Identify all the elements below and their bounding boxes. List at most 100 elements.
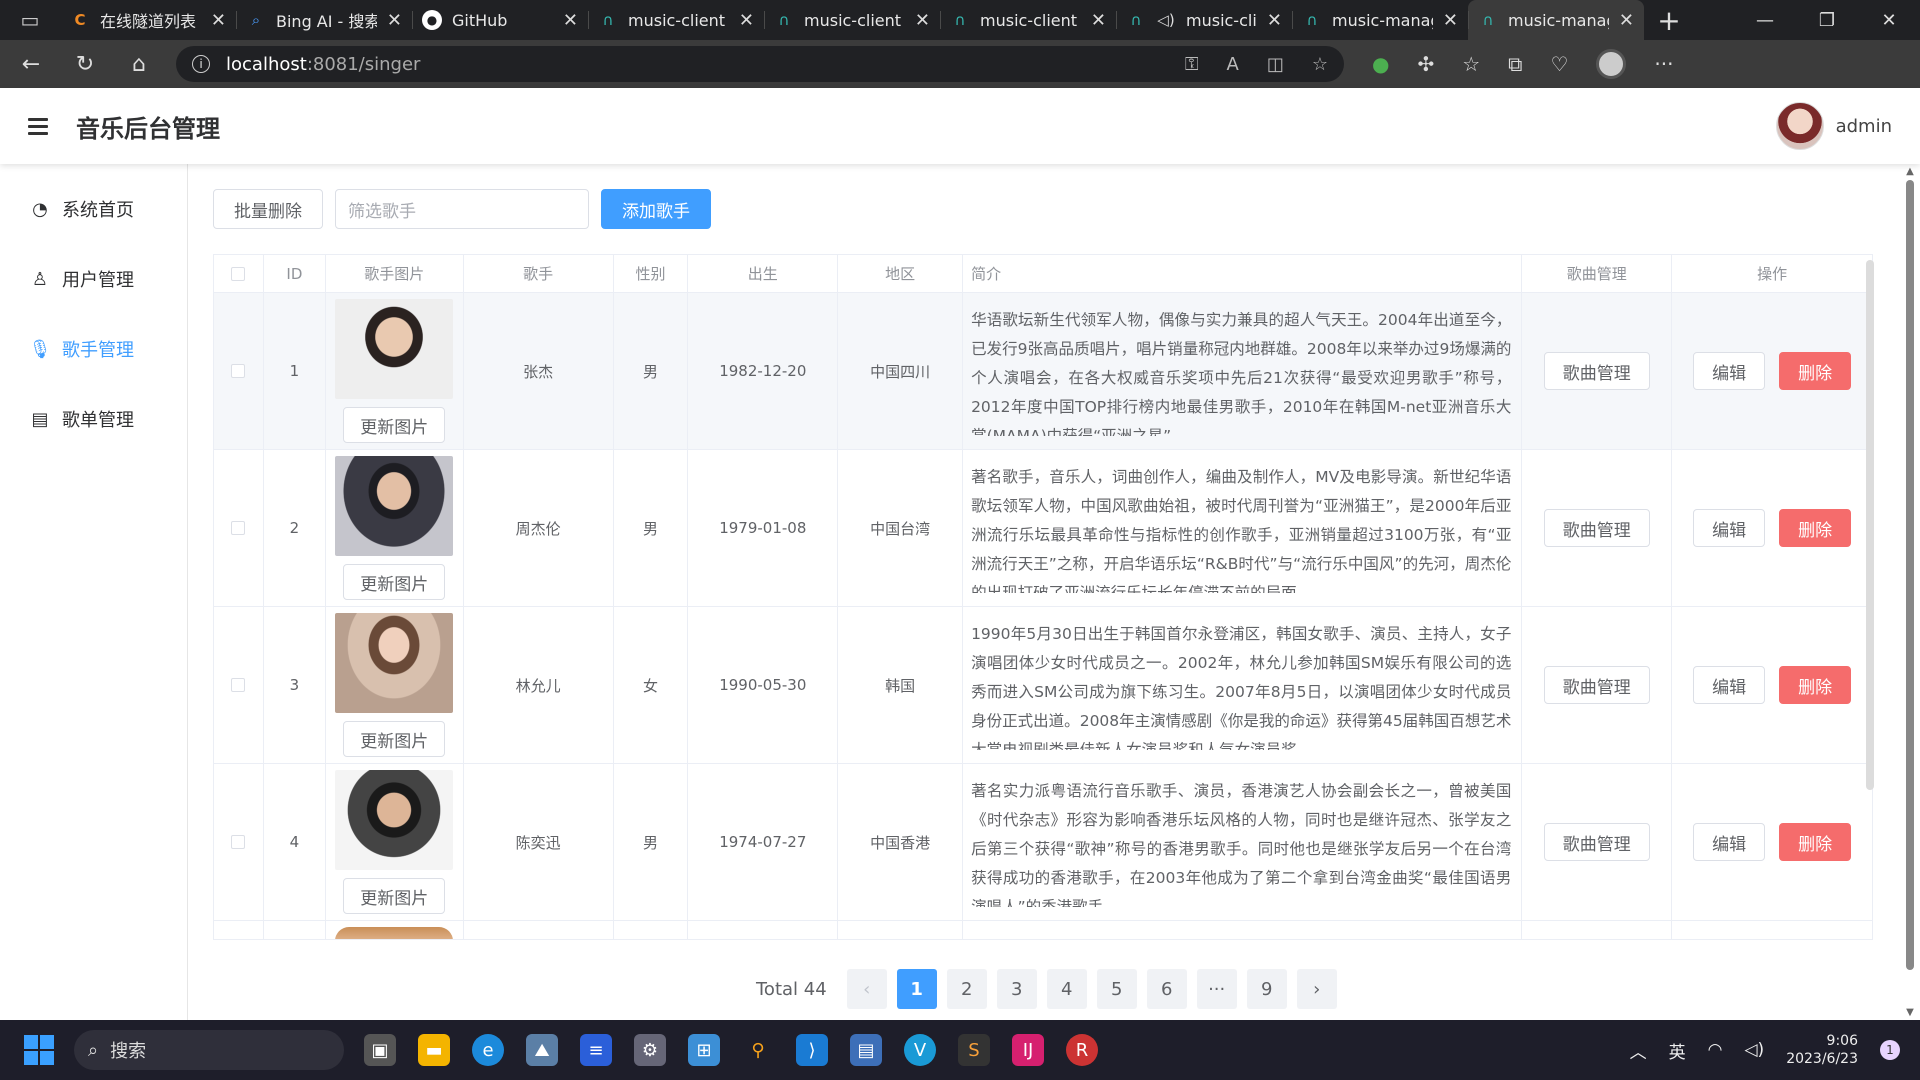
- delete-button[interactable]: 删除: [1779, 509, 1852, 547]
- scroll-down-icon[interactable]: ▼: [1904, 1007, 1916, 1018]
- browser-tab-music-client-audio[interactable]: ∩ ◁) music-clie ✕: [1116, 0, 1292, 40]
- song-manage-button[interactable]: 歌曲管理: [1543, 823, 1650, 861]
- song-manage-button[interactable]: 歌曲管理: [1543, 509, 1650, 547]
- next-page-button[interactable]: ›: [1296, 969, 1337, 1009]
- search-tool-icon[interactable]: ⚲: [742, 1034, 774, 1066]
- add-singer-button[interactable]: 添加歌手: [601, 189, 711, 229]
- cell-intro[interactable]: 1990年5月30日出生于韩国首尔永登浦区，韩国女歌手、演员、主持人，女子演唱团…: [963, 607, 1523, 763]
- close-icon[interactable]: ✕: [1619, 10, 1634, 31]
- page-button[interactable]: 6: [1146, 969, 1187, 1009]
- key-icon[interactable]: ⚿: [1185, 54, 1199, 75]
- task-view-icon[interactable]: ▣: [364, 1034, 396, 1066]
- speaker-icon[interactable]: ◁): [1156, 10, 1176, 30]
- song-manage-button[interactable]: 歌曲管理: [1543, 352, 1650, 390]
- wifi-icon[interactable]: ◠: [1708, 1040, 1723, 1060]
- profile-avatar[interactable]: [1596, 49, 1627, 79]
- more-icon[interactable]: ···: [1654, 52, 1673, 76]
- tab-actions-icon[interactable]: ▭: [0, 0, 60, 40]
- sublime-icon[interactable]: S: [958, 1034, 990, 1066]
- extension-icon[interactable]: ●: [1372, 52, 1389, 76]
- edit-button[interactable]: 编辑: [1693, 352, 1766, 390]
- page-button[interactable]: 5: [1096, 969, 1137, 1009]
- edge-browser-icon[interactable]: e: [472, 1034, 504, 1066]
- delete-button[interactable]: 删除: [1779, 823, 1852, 861]
- favorites-icon[interactable]: ☆: [1462, 52, 1480, 76]
- browser-tab-music-client[interactable]: ∩ music-client ✕: [940, 0, 1116, 40]
- scrollbar-thumb[interactable]: [1906, 180, 1914, 970]
- edit-button[interactable]: 编辑: [1693, 509, 1766, 547]
- delete-button[interactable]: 删除: [1779, 352, 1852, 390]
- sidebar-item-users[interactable]: ♙ 用户管理: [0, 244, 187, 314]
- table-scrollbar[interactable]: [1866, 260, 1874, 790]
- page-button[interactable]: 9: [1246, 969, 1287, 1009]
- remote-desktop-icon[interactable]: ▤: [850, 1034, 882, 1066]
- sidebar-item-dashboard[interactable]: ◔ 系统首页: [0, 174, 187, 244]
- notification-badge[interactable]: 1: [1880, 1040, 1900, 1060]
- split-screen-icon[interactable]: ◫: [1267, 54, 1284, 75]
- batch-delete-button[interactable]: 批量删除: [213, 189, 323, 229]
- prev-page-button[interactable]: ‹: [846, 969, 887, 1009]
- browser-tab-music-manage[interactable]: ∩ music-manage ✕: [1292, 0, 1468, 40]
- page-scrollbar[interactable]: ▲ ▼: [1902, 166, 1918, 1018]
- browser-tab-github[interactable]: ● GitHub ✕: [412, 0, 588, 40]
- vscode-icon[interactable]: ⟩: [796, 1034, 828, 1066]
- row-checkbox[interactable]: [231, 678, 246, 692]
- close-icon[interactable]: ✕: [387, 10, 402, 31]
- avatar[interactable]: [1775, 102, 1824, 150]
- close-icon[interactable]: ✕: [211, 10, 226, 31]
- browser-tab-music-client[interactable]: ∩ music-client ✕: [764, 0, 940, 40]
- row-checkbox[interactable]: [231, 364, 246, 378]
- update-pic-button[interactable]: 更新图片: [343, 721, 446, 757]
- update-pic-button[interactable]: 更新图片: [343, 878, 446, 914]
- user-menu[interactable]: admin: [1775, 102, 1892, 150]
- cell-intro[interactable]: 著名歌手，音乐人，词曲创作人，编曲及制作人，MV及电影导演。新世纪华语歌坛领军人…: [963, 450, 1523, 606]
- intellij-icon[interactable]: IJ: [1012, 1034, 1044, 1066]
- edit-button[interactable]: 编辑: [1693, 666, 1766, 704]
- new-tab-icon[interactable]: +: [1644, 0, 1694, 40]
- close-icon[interactable]: ✕: [1091, 10, 1106, 31]
- windows-start-icon[interactable]: [24, 1035, 54, 1065]
- notes-icon[interactable]: ≡: [580, 1034, 612, 1066]
- update-pic-button[interactable]: 更新图片: [343, 407, 446, 443]
- browser-tab-tunnels[interactable]: C 在线隧道列表 ✕: [60, 0, 236, 40]
- close-icon[interactable]: ✕: [563, 10, 578, 31]
- control-panel-icon[interactable]: ⊞: [688, 1034, 720, 1066]
- scroll-up-icon[interactable]: ▲: [1904, 166, 1916, 177]
- performance-icon[interactable]: ♡: [1550, 52, 1568, 76]
- update-pic-button[interactable]: 更新图片: [343, 564, 446, 600]
- home-icon[interactable]: ⌂: [116, 44, 162, 84]
- cell-intro[interactable]: 华语歌坛新生代领军人物，偶像与实力兼具的超人气天王。2004年出道至今，已发行9…: [963, 293, 1523, 449]
- singer-filter-input[interactable]: 筛选歌手: [335, 189, 589, 229]
- page-button[interactable]: 2: [946, 969, 987, 1009]
- ime-indicator[interactable]: 英: [1669, 1038, 1686, 1063]
- file-explorer-icon[interactable]: ▬: [418, 1034, 450, 1066]
- browser-tab-music-client[interactable]: ∩ music-client ✕: [588, 0, 764, 40]
- browser-tab-bing[interactable]: ⌕ Bing AI - 搜索 ✕: [236, 0, 412, 40]
- chevron-up-icon[interactable]: ︿: [1630, 1038, 1647, 1063]
- menu-toggle-icon[interactable]: [28, 117, 48, 135]
- minimize-icon[interactable]: —: [1734, 0, 1796, 40]
- vpn-icon[interactable]: V: [904, 1034, 936, 1066]
- puzzle-icon[interactable]: ✣: [1417, 52, 1434, 76]
- settings-icon[interactable]: ⚙: [634, 1034, 666, 1066]
- more-pages-button[interactable]: ···: [1196, 969, 1237, 1009]
- read-aloud-icon[interactable]: A: [1227, 54, 1239, 75]
- volume-icon[interactable]: ◁): [1744, 1040, 1764, 1060]
- favorite-star-icon[interactable]: ☆: [1312, 54, 1328, 75]
- sidebar-item-singers[interactable]: 🎙︎ 歌手管理: [0, 314, 187, 384]
- taskbar-search[interactable]: ⌕ 搜索: [74, 1030, 344, 1070]
- row-checkbox[interactable]: [231, 521, 246, 535]
- info-icon[interactable]: i: [192, 55, 210, 73]
- taskbar-clock[interactable]: 9:06 2023/6/23: [1786, 1032, 1858, 1068]
- refresh-icon[interactable]: ↻: [62, 44, 108, 84]
- song-manage-button[interactable]: 歌曲管理: [1543, 666, 1650, 704]
- redis-icon[interactable]: R: [1066, 1034, 1098, 1066]
- username[interactable]: admin: [1836, 116, 1892, 137]
- photos-icon[interactable]: ⛰: [526, 1034, 558, 1066]
- close-icon[interactable]: ✕: [1267, 10, 1282, 31]
- cell-intro[interactable]: 著名实力派粤语流行音乐歌手、演员，香港演艺人协会副会长之一，曾被美国《时代杂志》…: [963, 764, 1523, 920]
- close-icon[interactable]: ✕: [1443, 10, 1458, 31]
- delete-button[interactable]: 删除: [1779, 666, 1852, 704]
- page-button[interactable]: 4: [1046, 969, 1087, 1009]
- collections-icon[interactable]: ⧉: [1508, 52, 1522, 76]
